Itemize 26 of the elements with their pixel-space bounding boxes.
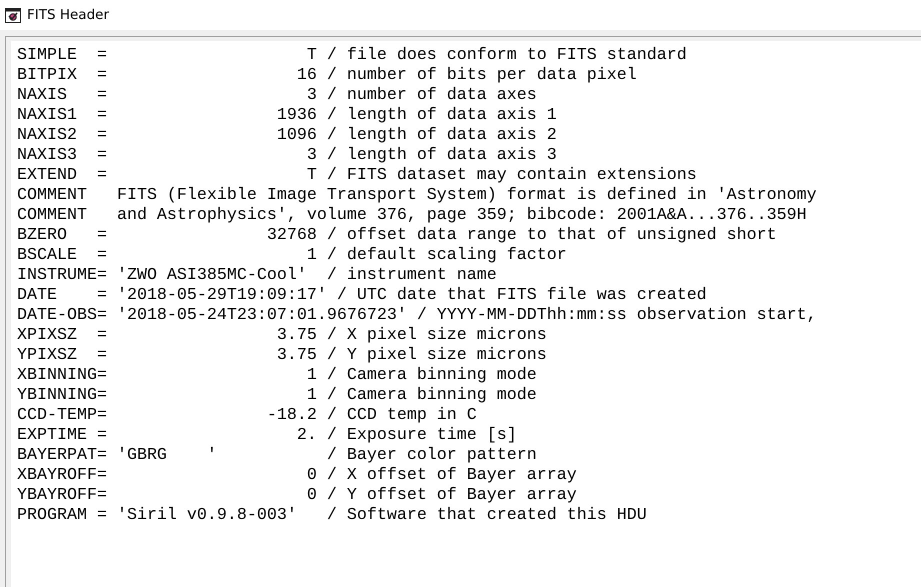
header-card-line: EXPTIME = 2. / Exposure time [s] (17, 426, 517, 446)
header-card-line: CCD-TEMP= -18.2 / CCD temp in C (17, 406, 477, 426)
header-card-line: BAYERPAT= 'GBRG ' / Bayer color pattern (17, 446, 537, 466)
header-card-line: YBINNING= 1 / Camera binning mode (17, 386, 537, 406)
header-card-line: NAXIS = 3 / number of data axes (17, 86, 537, 106)
app-icon (5, 8, 21, 22)
header-card-line: XPIXSZ = 3.75 / X pixel size microns (17, 326, 547, 346)
header-card-line: DATE = '2018-05-29T19:09:17' / UTC date that FITS file was created (17, 286, 707, 306)
header-card-line: INSTRUME= 'ZWO ASI385MC-Cool' / instrument name (17, 266, 497, 286)
header-card-line: EXTEND = T / FITS dataset may contain extensions (17, 166, 697, 186)
window-title: FITS Header (27, 7, 110, 23)
header-card-line: YPIXSZ = 3.75 / Y pixel size microns (17, 346, 547, 366)
header-card-line: DATE-OBS= '2018-05-24T23:07:01.9676723' / YYYY-MM-DDThh:mm:ss observation start, (17, 306, 817, 326)
header-card-line: XBAYROFF= 0 / X offset of Bayer array (17, 466, 577, 486)
header-card-line: XBINNING= 1 / Camera binning mode (17, 366, 537, 386)
header-card-line: NAXIS2 = 1096 / length of data axis 2 (17, 126, 557, 146)
header-card-line: YBAYROFF= 0 / Y offset of Bayer array (17, 486, 577, 506)
header-card-line: BITPIX = 16 / number of bits per data pixel (17, 66, 637, 86)
header-card-line: COMMENT FITS (Flexible Image Transport System) format is defined in 'Astronomy (17, 186, 817, 206)
header-card-line: NAXIS3 = 3 / length of data axis 3 (17, 146, 557, 166)
header-card-line: PROGRAM = 'Siril v0.9.8-003' / Software that created this HDU (17, 506, 647, 526)
header-card-line: COMMENT and Astrophysics', volume 376, page 359; bibcode: 2001A&A...376..359H (17, 206, 807, 226)
header-card-line: BZERO = 32768 / offset data range to that of unsigned short (17, 226, 777, 246)
header-card-line: NAXIS1 = 1936 / length of data axis 1 (17, 106, 557, 126)
header-card-line: BSCALE = 1 / default scaling factor (17, 246, 567, 266)
header-card-line: SIMPLE = T / file does conform to FITS standard (17, 46, 687, 66)
